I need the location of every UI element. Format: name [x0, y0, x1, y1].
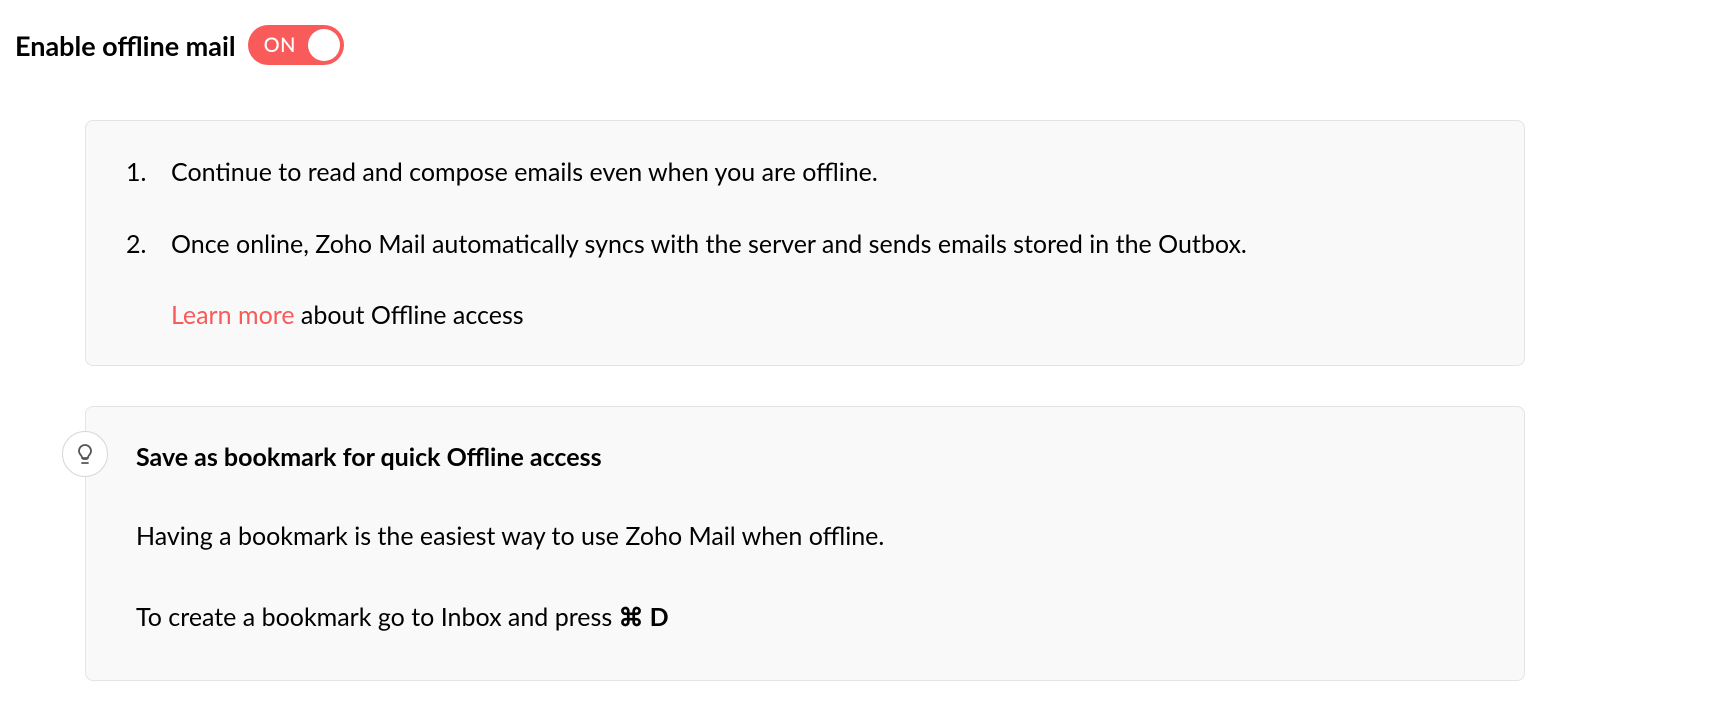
offline-mail-toggle[interactable]: ON [248, 25, 344, 65]
offline-info-item-2: Once online, Zoho Mail automatically syn… [126, 228, 1484, 262]
offline-mail-header: Enable offline mail ON [15, 25, 1705, 65]
bookmark-tip-description: Having a bookmark is the easiest way to … [126, 520, 1484, 554]
bookmark-tip-shortcut-prefix: To create a bookmark go to Inbox and pre… [136, 602, 619, 632]
learn-more-suffix: about Offline access [295, 300, 524, 330]
bookmark-shortcut: ⌘ D [619, 602, 669, 632]
offline-info-panel: Continue to read and compose emails even… [85, 120, 1525, 366]
learn-more-line: Learn more about Offline access [126, 300, 1484, 330]
offline-mail-title: Enable offline mail [15, 29, 236, 62]
bookmark-tip-title: Save as bookmark for quick Offline acces… [126, 442, 1484, 472]
toggle-knob [308, 29, 340, 61]
offline-info-item-1: Continue to read and compose emails even… [126, 156, 1484, 190]
bookmark-tip-shortcut-line: To create a bookmark go to Inbox and pre… [126, 601, 1484, 635]
toggle-state-label: ON [264, 33, 296, 57]
lightbulb-icon [62, 431, 108, 477]
offline-info-list: Continue to read and compose emails even… [126, 156, 1484, 262]
learn-more-link[interactable]: Learn more [171, 300, 295, 330]
bookmark-tip-panel: Save as bookmark for quick Offline acces… [85, 406, 1525, 682]
